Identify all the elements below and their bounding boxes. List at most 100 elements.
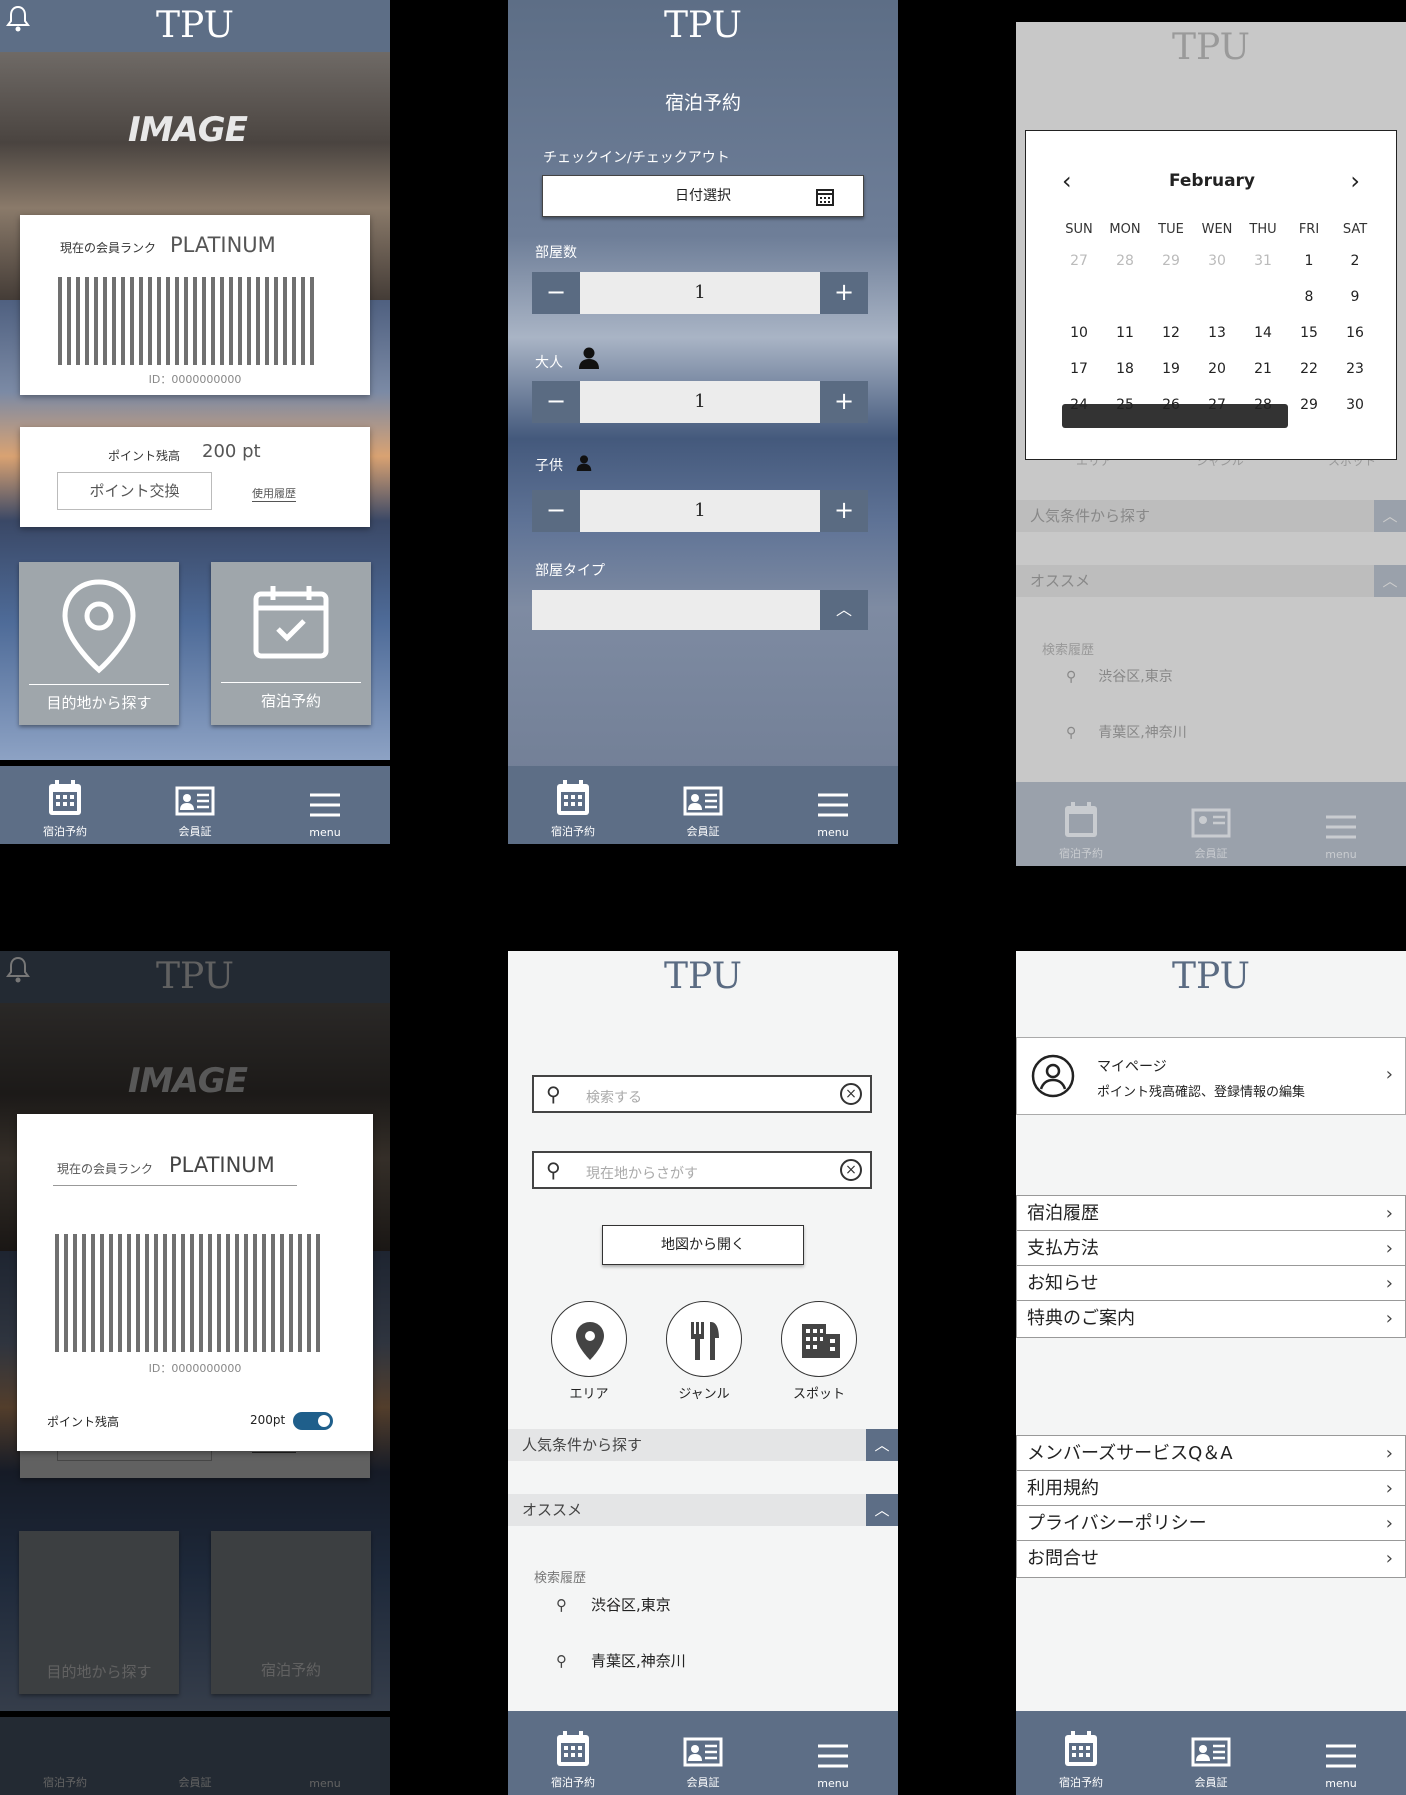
tab-menu[interactable]: menu [260, 766, 390, 844]
calendar-day-selected[interactable]: 5 [1148, 279, 1194, 315]
menu-item[interactable]: 特典のご案内 › [1016, 1300, 1406, 1338]
usage-history-link[interactable]: 使用履歴 [252, 485, 296, 502]
calendar-day[interactable]: 19 [1148, 351, 1194, 387]
calendar-day[interactable]: 26 [1148, 387, 1194, 423]
calendar-day[interactable]: 30 [1194, 243, 1240, 279]
tab-membercard[interactable]: 会員証 [1146, 782, 1276, 866]
tab-membercard[interactable]: 会員証 [130, 766, 260, 844]
calendar-day[interactable]: 27 [1194, 387, 1240, 423]
calendar-day[interactable]: 13 [1194, 315, 1240, 351]
recommend-section[interactable]: オススメ ︿ [508, 1494, 898, 1526]
calendar-day[interactable]: 14 [1240, 315, 1286, 351]
member-card[interactable]: 現在の会員ランク PLATINUM ID：0000000000 [20, 215, 370, 395]
tab-booking[interactable]: 宿泊予約 [1016, 1711, 1146, 1795]
bell-icon[interactable] [6, 4, 30, 34]
calendar-day-selected[interactable]: 4 [1102, 279, 1148, 315]
calendar-day[interactable]: 28 [1240, 387, 1286, 423]
calendar-day[interactable]: 27 [1056, 243, 1102, 279]
calendar-day[interactable]: 18 [1102, 351, 1148, 387]
calendar-day-selected[interactable]: 3 [1056, 279, 1102, 315]
category-genre-button[interactable] [666, 1301, 742, 1377]
barcode [58, 277, 314, 365]
tab-menu[interactable]: menu [768, 1711, 898, 1795]
date-select-field[interactable]: 日付選択 [542, 175, 864, 217]
calendar-day[interactable]: 29 [1148, 243, 1194, 279]
tab-membercard-label: 会員証 [178, 825, 212, 838]
calendar-day[interactable]: 23 [1332, 351, 1378, 387]
menu-item[interactable]: 宿泊履歴 › [1016, 1195, 1406, 1233]
location-search-input[interactable]: ⚲ 現在地からさがす × [532, 1151, 872, 1189]
calendar-day[interactable]: 21 [1240, 351, 1286, 387]
category-spot-label: スポット [792, 1387, 845, 1402]
mypage-row[interactable]: マイページ ポイント残高確認、登録情報の編集 › [1016, 1037, 1406, 1115]
tab-menu[interactable]: menu [1276, 1711, 1406, 1795]
calendar-day[interactable]: 24 [1056, 387, 1102, 423]
tab-booking[interactable]: 宿泊予約 [0, 766, 130, 844]
history-item[interactable]: ⚲ 青葉区,神奈川 [1066, 722, 1187, 742]
clear-icon[interactable]: × [840, 1159, 862, 1181]
tab-booking[interactable]: 宿泊予約 [508, 766, 638, 844]
menu-item[interactable]: 支払方法 › [1016, 1230, 1406, 1268]
calendar-day[interactable]: 10 [1056, 315, 1102, 351]
booking-screen: TPU 宿泊予約 チェックイン/チェックアウト 日付選択 部屋数 − 1 + 大… [508, 0, 898, 844]
calendar-day[interactable]: 30 [1332, 387, 1378, 423]
menu-item[interactable]: 利用規約 › [1016, 1470, 1406, 1508]
calendar-day[interactable]: 17 [1056, 351, 1102, 387]
tab-booking[interactable]: 宿泊予約 [1016, 782, 1146, 866]
menu-item[interactable]: お問合せ › [1016, 1540, 1406, 1578]
tab-membercard[interactable]: 会員証 [1146, 1711, 1276, 1795]
calendar-day[interactable]: 29 [1286, 387, 1332, 423]
calendar-day[interactable]: 8 [1286, 279, 1332, 315]
calendar-day[interactable]: 11 [1102, 315, 1148, 351]
bell-icon[interactable] [6, 955, 30, 985]
tab-menu[interactable]: menu [1276, 782, 1406, 866]
calendar-day[interactable]: 31 [1240, 243, 1286, 279]
point-exchange-button[interactable]: ポイント交換 [57, 472, 212, 510]
destination-search-tile[interactable]: 目的地から探す [19, 562, 179, 725]
calendar-day[interactable]: 28 [1102, 243, 1148, 279]
calendar-day[interactable]: 15 [1286, 315, 1332, 351]
points-toggle[interactable] [293, 1412, 333, 1430]
search-input[interactable]: ⚲ 検索する × [532, 1075, 872, 1113]
history-item[interactable]: ⚲ 渋谷区,東京 [556, 1594, 671, 1615]
tab-membercard[interactable]: 会員証 [638, 1711, 768, 1795]
history-item[interactable]: ⚲ 渋谷区,東京 [1066, 666, 1173, 686]
calendar-day-selected[interactable]: 7 [1240, 279, 1286, 315]
clear-icon[interactable]: × [840, 1083, 862, 1105]
weekday-label: THU [1249, 221, 1277, 237]
menu-item[interactable]: プライバシーポリシー › [1016, 1505, 1406, 1543]
category-spot-button[interactable] [781, 1301, 857, 1377]
adults-minus-button[interactable]: − [532, 381, 580, 423]
calendar-day[interactable]: 16 [1332, 315, 1378, 351]
calendar-day[interactable]: 1 [1286, 243, 1332, 279]
calendar-day[interactable]: 12 [1148, 315, 1194, 351]
rooms-minus-button[interactable]: − [532, 272, 580, 314]
location-pin-icon [62, 579, 136, 674]
tab-menu[interactable]: menu [768, 766, 898, 844]
rooms-plus-button[interactable]: + [820, 272, 868, 314]
tab-booking[interactable]: 宿泊予約 [508, 1711, 638, 1795]
history-item[interactable]: ⚲ 青葉区,神奈川 [556, 1650, 686, 1671]
menu-item[interactable]: メンバーズサービスQ＆A › [1016, 1435, 1406, 1473]
recommend-section[interactable]: オススメ ︿ [1016, 565, 1406, 597]
popular-section[interactable]: 人気条件から探す ︿ [1016, 500, 1406, 532]
tab-membercard[interactable]: 会員証 [638, 766, 768, 844]
children-plus-button[interactable]: + [820, 490, 868, 532]
next-month-button[interactable]: › [1350, 167, 1360, 195]
open-map-button[interactable]: 地図から開く [602, 1225, 804, 1265]
room-type-select[interactable]: ︿ [532, 590, 868, 630]
popular-section[interactable]: 人気条件から探す ︿ [508, 1429, 898, 1461]
id-card-icon [175, 786, 215, 816]
menu-item[interactable]: お知らせ › [1016, 1265, 1406, 1303]
calendar-day[interactable]: 2 [1332, 243, 1378, 279]
calendar-day[interactable]: 20 [1194, 351, 1240, 387]
menu-screen: TPU マイページ ポイント残高確認、登録情報の編集 › 宿泊予約 会員証 me… [1016, 951, 1406, 1795]
children-minus-button[interactable]: − [532, 490, 580, 532]
calendar-day[interactable]: 9 [1332, 279, 1378, 315]
calendar-day[interactable]: 25 [1102, 387, 1148, 423]
booking-tile[interactable]: 宿泊予約 [211, 562, 371, 725]
calendar-day[interactable]: 22 [1286, 351, 1332, 387]
category-area-button[interactable] [551, 1301, 627, 1377]
calendar-day-selected[interactable]: 6 [1194, 279, 1240, 315]
adults-plus-button[interactable]: + [820, 381, 868, 423]
